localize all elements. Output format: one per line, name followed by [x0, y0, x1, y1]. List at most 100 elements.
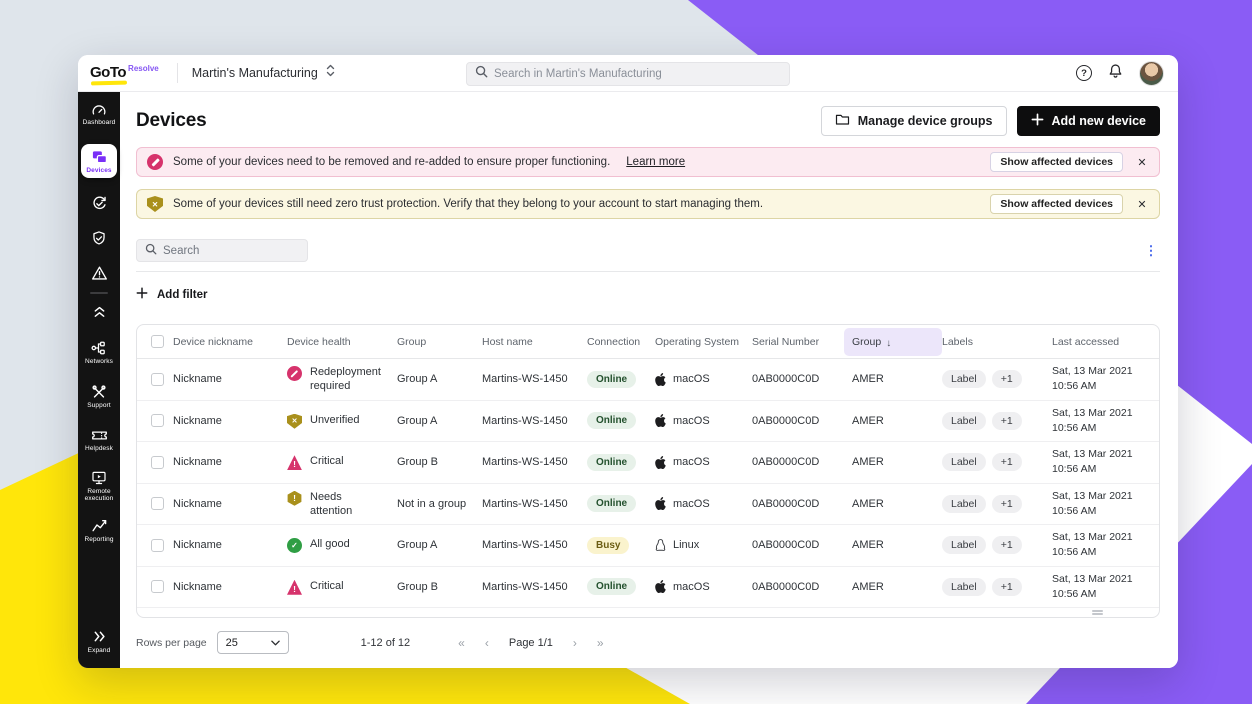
health-status-icon: [287, 366, 302, 381]
connection-status-badge: Online: [587, 578, 636, 595]
pagination-range: 1-12 of 12: [361, 637, 411, 649]
cell-operating-system: macOS: [655, 580, 752, 593]
sidebar-item-remote-execution[interactable]: Remote execution: [78, 470, 120, 503]
last-page-button[interactable]: [597, 636, 604, 650]
global-search-input[interactable]: [494, 68, 781, 80]
health-status-icon: [287, 455, 302, 470]
next-page-button[interactable]: [573, 636, 577, 650]
warning-alert-banner: Some of your devices still need zero tru…: [136, 189, 1160, 219]
sidebar-item-helpdesk[interactable]: Helpdesk: [85, 427, 113, 453]
col-last-accessed[interactable]: Last accessed: [1052, 336, 1159, 348]
error-alert-text: Some of your devices need to be removed …: [173, 156, 610, 168]
table-row[interactable]: Nickname Critical Group B Martins-WS-145…: [137, 567, 1159, 609]
cell-group-region: AMER: [852, 581, 942, 593]
kebab-menu-icon[interactable]: [1142, 242, 1160, 260]
notifications-bell-icon[interactable]: [1107, 62, 1124, 85]
add-filter-button[interactable]: Add filter: [136, 287, 207, 302]
cell-host-name: Martins-WS-1450: [482, 581, 587, 593]
add-new-device-button[interactable]: Add new device: [1017, 106, 1160, 136]
warning-alert-text: Some of your devices still need zero tru…: [173, 198, 763, 210]
first-page-button[interactable]: [458, 636, 465, 650]
row-checkbox[interactable]: [151, 539, 164, 552]
col-operating-system[interactable]: Operating System: [655, 336, 752, 348]
sidebar-item-support[interactable]: Support: [87, 384, 110, 410]
label-badge[interactable]: Label: [942, 495, 986, 513]
sidebar-label: Devices: [86, 167, 111, 175]
sidebar-expand-button[interactable]: Expand: [88, 629, 111, 655]
sidebar-item-updates[interactable]: [91, 195, 108, 211]
select-all-checkbox[interactable]: [151, 335, 164, 348]
sidebar-item-networks[interactable]: Networks: [85, 340, 113, 366]
col-labels[interactable]: Labels: [942, 336, 1052, 348]
table-row[interactable]: Nickname Needs attention Not in a group …: [137, 484, 1159, 526]
sidebar-label: Helpdesk: [85, 445, 113, 453]
account-switcher[interactable]: Martin's Manufacturing: [192, 64, 335, 82]
sidebar-item-reporting[interactable]: Reporting: [84, 518, 113, 544]
row-checkbox[interactable]: [151, 456, 164, 469]
search-icon: [145, 242, 157, 260]
label-badge[interactable]: Label: [942, 536, 986, 554]
manage-device-groups-label: Manage device groups: [858, 114, 993, 128]
chevrons-right-icon: [93, 629, 106, 645]
remote-execution-icon: [91, 470, 107, 486]
cell-device-health: Redeployment required: [287, 365, 397, 393]
table-search-input[interactable]: [163, 245, 299, 257]
label-more-badge[interactable]: +1: [992, 453, 1022, 471]
learn-more-link[interactable]: Learn more: [626, 156, 685, 168]
table-row[interactable]: Nickname Redeployment required Group A M…: [137, 359, 1159, 401]
help-icon[interactable]: [1076, 65, 1092, 81]
col-host-name[interactable]: Host name: [482, 336, 587, 348]
accessed-date: Sat, 13 Mar 2021: [1052, 530, 1159, 545]
row-checkbox[interactable]: [151, 497, 164, 510]
sort-descending-icon: [886, 333, 891, 351]
label-more-badge[interactable]: +1: [992, 536, 1022, 554]
sidebar-item-dashboard[interactable]: Dashboard: [83, 101, 116, 127]
label-badge[interactable]: Label: [942, 412, 986, 430]
health-label: Unverified: [310, 413, 360, 427]
manage-device-groups-button[interactable]: Manage device groups: [821, 106, 1007, 136]
select-arrows-icon: [326, 64, 335, 82]
sidebar-item-security[interactable]: [91, 230, 107, 246]
label-badge[interactable]: Label: [942, 370, 986, 388]
label-badge[interactable]: Label: [942, 578, 986, 596]
col-group-sorted-label: Group: [852, 336, 881, 348]
cell-operating-system: macOS: [655, 456, 752, 469]
close-icon[interactable]: [1133, 153, 1151, 171]
close-icon[interactable]: [1133, 195, 1151, 213]
resolve-logo-text: Resolve: [128, 64, 159, 73]
col-device-nickname[interactable]: Device nickname: [173, 336, 287, 348]
user-avatar[interactable]: [1139, 61, 1164, 86]
col-group-sorted[interactable]: Group: [844, 328, 942, 356]
label-badge[interactable]: Label: [942, 453, 986, 471]
previous-page-button[interactable]: [485, 636, 489, 650]
table-row[interactable]: Nickname All good Group A Martins-WS-145…: [137, 525, 1159, 567]
table-row[interactable]: Nickname Critical Group B Martins-WS-145…: [137, 442, 1159, 484]
sidebar-item-devices[interactable]: Devices: [81, 144, 117, 179]
global-search[interactable]: [466, 62, 790, 86]
table-row[interactable]: Nickname Unverified Group A Martins-WS-1…: [137, 401, 1159, 443]
show-affected-devices-button[interactable]: Show affected devices: [990, 152, 1123, 172]
table-search[interactable]: [136, 239, 308, 262]
col-group[interactable]: Group: [397, 336, 482, 348]
label-more-badge[interactable]: +1: [992, 578, 1022, 596]
sidebar-collapse-button[interactable]: [93, 303, 106, 319]
cell-labels: Label +1: [942, 578, 1052, 596]
rows-per-page-select[interactable]: 25: [217, 631, 289, 654]
horizontal-scrollbar-handle[interactable]: [1092, 610, 1103, 615]
cell-serial-number: 0AB0000C0D: [752, 456, 852, 468]
col-device-health[interactable]: Device health: [287, 336, 397, 348]
row-checkbox[interactable]: [151, 414, 164, 427]
sidebar-item-alerts[interactable]: [91, 265, 108, 281]
show-affected-devices-button[interactable]: Show affected devices: [990, 194, 1123, 214]
label-more-badge[interactable]: +1: [992, 495, 1022, 513]
row-checkbox[interactable]: [151, 373, 164, 386]
label-more-badge[interactable]: +1: [992, 370, 1022, 388]
cell-nickname: Nickname: [173, 373, 287, 385]
col-serial-number[interactable]: Serial Number: [752, 336, 852, 348]
health-label: Needs attention: [310, 490, 385, 518]
cell-last-accessed: Sat, 13 Mar 2021 10:56 AM: [1052, 530, 1159, 560]
label-more-badge[interactable]: +1: [992, 412, 1022, 430]
devices-table: Device nickname Device health Group Host…: [136, 324, 1160, 618]
col-connection[interactable]: Connection: [587, 336, 655, 348]
row-checkbox[interactable]: [151, 580, 164, 593]
